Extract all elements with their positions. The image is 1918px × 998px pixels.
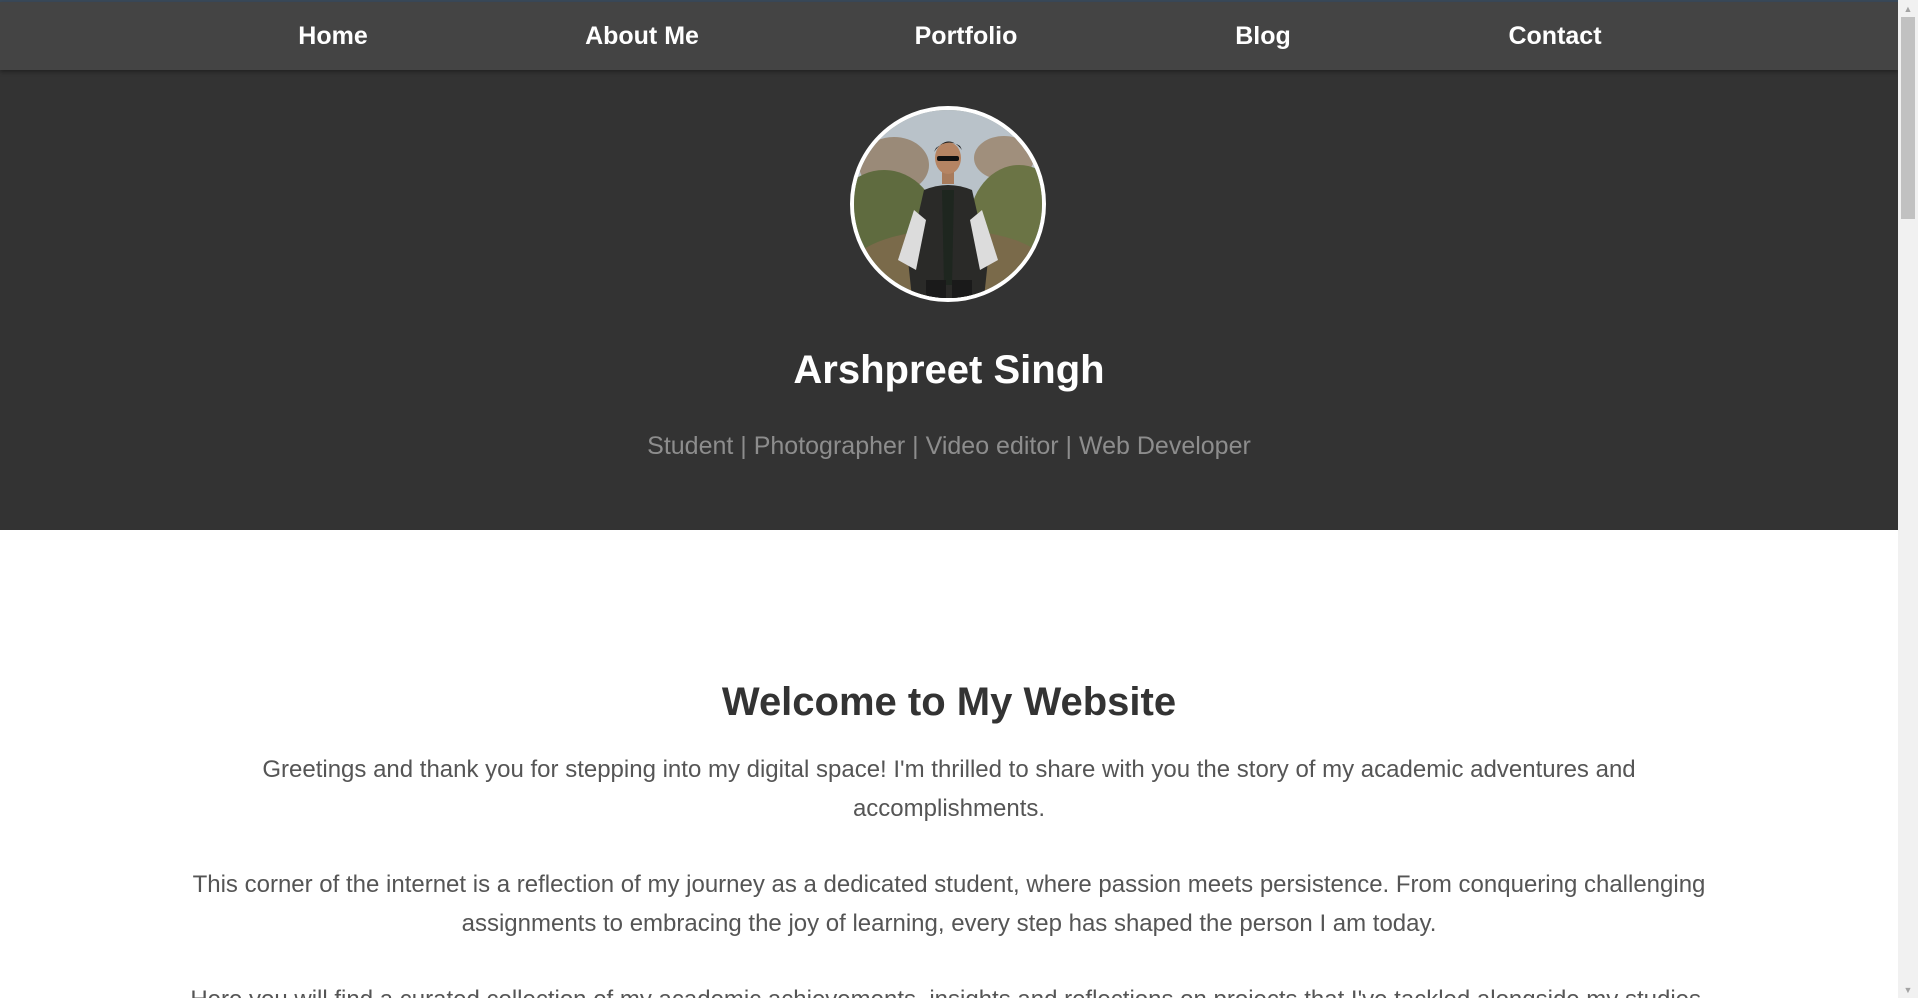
intro-paragraph: Greetings and thank you for stepping int… [262,756,1636,822]
navbar: Home About Me Portfolio Blog Contact [0,2,1898,70]
hero-tagline: Student | Photographer | Video editor | … [647,432,1251,460]
profile-photo-icon [854,110,1042,298]
scroll-down-arrow-icon[interactable]: ▼ [1898,981,1918,998]
nav-about-link[interactable]: About Me [585,2,699,70]
hero-name: Arshpreet Singh [793,348,1105,392]
page: Home About Me Portfolio Blog Contact Ars… [0,0,1898,998]
nav-blog-link[interactable]: Blog [1235,2,1291,70]
scroll-up-arrow-icon[interactable]: ▲ [1898,0,1918,17]
nav-portfolio-link[interactable]: Portfolio [915,2,1018,70]
welcome-title: Welcome to My Website [721,680,1177,724]
nav-contact-link[interactable]: Contact [1508,2,1601,70]
journey-paragraph: This corner of the internet is a reflect… [192,871,1706,937]
vertical-scrollbar[interactable]: ▲ ▼ [1898,0,1918,998]
nav-home-link[interactable]: Home [298,2,367,70]
scroll-thumb[interactable] [1901,17,1915,219]
hero-section: Arshpreet Singh Student | Photographer |… [0,70,1898,530]
main-content: Welcome to My Website Greetings and than… [0,530,1898,998]
collection-paragraph: Here you will find a curated collection … [170,980,1728,998]
profile-avatar [850,106,1046,302]
